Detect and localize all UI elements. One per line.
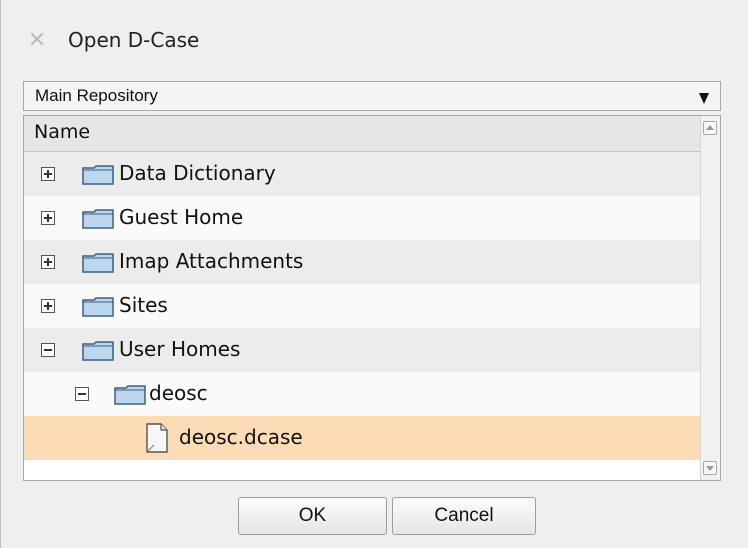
tree-row-label: User Homes bbox=[119, 337, 241, 361]
name-column-header-label: Name bbox=[34, 121, 91, 143]
repository-select[interactable]: Main Repository bbox=[23, 81, 721, 111]
tree-row-label: Data Dictionary bbox=[119, 161, 276, 185]
title-bar: Open D-Case bbox=[1, 14, 748, 66]
expand-icon[interactable] bbox=[41, 255, 55, 269]
cancel-button[interactable]: Cancel bbox=[392, 497, 536, 535]
dialog-title: Open D-Case bbox=[68, 28, 200, 52]
folder-icon bbox=[114, 385, 146, 405]
dropdown-arrow-icon[interactable] bbox=[699, 93, 709, 104]
file-tree: Name Data Dictionary Guest Home Imap Att… bbox=[23, 115, 721, 481]
expand-icon[interactable] bbox=[41, 167, 55, 181]
scroll-down-icon[interactable] bbox=[703, 461, 717, 475]
tree-row-guest-home[interactable]: Guest Home bbox=[24, 196, 720, 240]
collapse-icon[interactable] bbox=[41, 343, 55, 357]
tree-row-data-dictionary[interactable]: Data Dictionary bbox=[24, 152, 720, 196]
close-icon[interactable] bbox=[27, 29, 47, 49]
vertical-scrollbar[interactable] bbox=[700, 116, 720, 480]
tree-row-sites[interactable]: Sites bbox=[24, 284, 720, 328]
folder-icon bbox=[82, 165, 114, 185]
tree-row-label: deosc.dcase bbox=[179, 425, 303, 449]
expand-icon[interactable] bbox=[41, 299, 55, 313]
collapse-icon[interactable] bbox=[75, 387, 89, 401]
tree-row-label: Guest Home bbox=[119, 205, 244, 229]
folder-icon bbox=[82, 297, 114, 317]
tree-row-deosc[interactable]: deosc bbox=[24, 372, 720, 416]
file-icon bbox=[146, 423, 168, 453]
tree-row-label: Imap Attachments bbox=[119, 249, 304, 273]
folder-icon bbox=[82, 253, 114, 273]
tree-row-imap-attachments[interactable]: Imap Attachments bbox=[24, 240, 720, 284]
ok-button[interactable]: OK bbox=[238, 497, 387, 535]
open-dcase-dialog: Open D-Case Main Repository Name Data Di… bbox=[0, 0, 748, 548]
scroll-up-icon[interactable] bbox=[703, 121, 717, 135]
repository-select-value: Main Repository bbox=[35, 86, 158, 105]
expand-icon[interactable] bbox=[41, 211, 55, 225]
name-column-header[interactable]: Name bbox=[24, 116, 720, 152]
tree-row-label: Sites bbox=[119, 293, 168, 317]
folder-icon bbox=[82, 341, 114, 361]
folder-icon bbox=[82, 209, 114, 229]
tree-row-label: deosc bbox=[149, 381, 208, 405]
tree-row-user-homes[interactable]: User Homes bbox=[24, 328, 720, 372]
tree-row-deosc-dcase[interactable]: deosc.dcase bbox=[24, 416, 720, 460]
